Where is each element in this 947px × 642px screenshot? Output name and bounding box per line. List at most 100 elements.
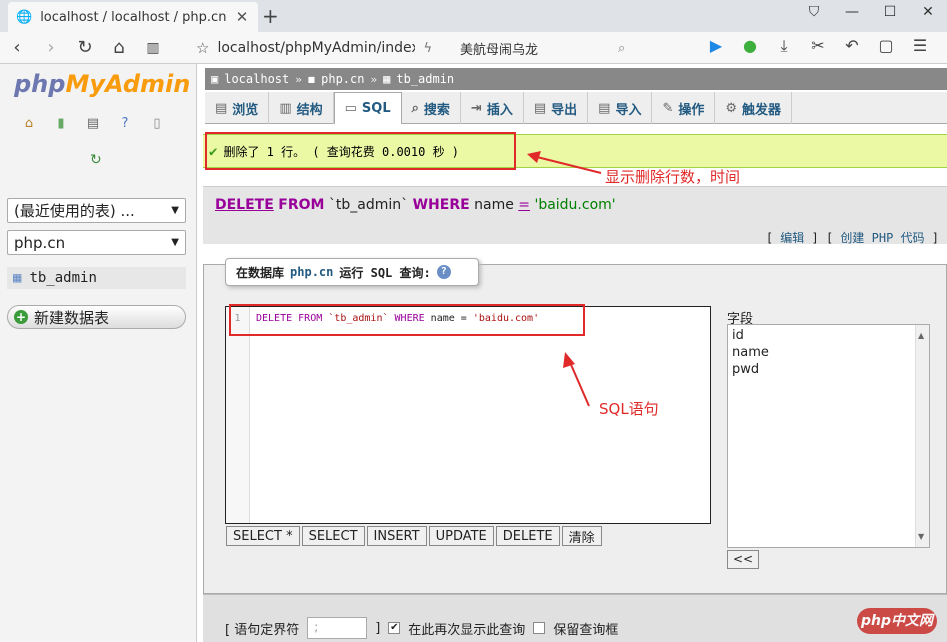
sidebar-table-item[interactable]: ▦ tb_admin: [7, 267, 186, 289]
url-text[interactable]: localhost/phpMyAdmin/index.p: [217, 40, 415, 56]
fields-scrollbar[interactable]: ▲ ▼: [915, 325, 929, 547]
watermark-logo: php中文网: [857, 608, 937, 634]
home-icon[interactable]: ⌂: [20, 116, 38, 131]
phpmyadmin-logo[interactable]: phpMyAdmin: [14, 70, 190, 98]
play-icon[interactable]: ▶: [704, 36, 728, 56]
insert-icon: ⇥: [470, 100, 482, 116]
tab-triggers[interactable]: ⚙ 触发器: [715, 92, 793, 124]
sql-icon[interactable]: ▤: [84, 116, 102, 131]
close-window-icon[interactable]: ✕: [909, 0, 947, 24]
search-suggestion[interactable]: 美航母闹乌龙: [460, 39, 610, 58]
lightning-icon[interactable]: ϟ: [423, 41, 432, 56]
help-icon[interactable]: ?: [116, 116, 134, 131]
forward-icon[interactable]: ›: [34, 37, 68, 58]
browse-icon: ▤: [215, 100, 228, 116]
main-tabs: ▤ 浏览 ▥ 结构 ▭ SQL ⌕ 搜索 ⇥ 插入 ▤ 导出 ▤ 导入 ✎ 操作 ⚙ 触发器: [205, 92, 947, 124]
show-again-label: 在此再次显示此查询: [408, 622, 526, 638]
breadcrumb-table[interactable]: tb_admin: [396, 72, 454, 86]
reload-navigation-icon[interactable]: ↻: [90, 152, 102, 168]
tab-export[interactable]: ▤ 导出: [524, 92, 589, 124]
recent-tables-select[interactable]: (最近使用的表) ... ▼: [7, 198, 186, 223]
scissors-icon[interactable]: ✂: [806, 36, 830, 56]
reader-icon[interactable]: ▥: [136, 40, 170, 56]
annotation-sql: SQL语句: [599, 400, 659, 418]
shirt-icon[interactable]: ⛉: [795, 0, 833, 24]
update-button[interactable]: UPDATE: [428, 526, 494, 546]
tab-structure[interactable]: ▥ 结构: [269, 92, 334, 124]
sql-button-row: SELECT * SELECT INSERT UPDATE DELETE 清除: [226, 526, 602, 546]
minimize-icon[interactable]: —: [833, 0, 871, 24]
reload-icon[interactable]: ↻: [68, 37, 102, 58]
field-item[interactable]: id: [732, 327, 925, 344]
docs-icon[interactable]: ▯: [148, 116, 166, 131]
browser-tab[interactable]: 🌐 localhost / localhost / php.cn / tb ✕: [8, 2, 258, 32]
main-content: ▣ localhost » ◼ php.cn » ▦ tb_admin ▤ 浏览 …: [197, 64, 947, 642]
bag-icon[interactable]: ▢: [874, 36, 898, 56]
server-icon: ▣: [211, 72, 219, 86]
clear-button[interactable]: 清除: [561, 526, 602, 546]
structure-icon: ▥: [279, 100, 292, 116]
delimiter-input[interactable]: ;: [307, 617, 368, 639]
breadcrumb: ▣ localhost » ◼ php.cn » ▦ tb_admin: [205, 68, 947, 90]
star-icon[interactable]: ☆: [196, 39, 209, 57]
tab-search[interactable]: ⌕ 搜索: [402, 92, 461, 124]
delete-button[interactable]: DELETE: [495, 526, 560, 546]
breadcrumb-database[interactable]: php.cn: [321, 72, 364, 86]
chevron-down-icon: ▼: [171, 205, 179, 216]
import-icon: ▤: [598, 100, 611, 116]
highlight-box-message: [205, 132, 516, 170]
scroll-down-icon[interactable]: ▼: [918, 528, 924, 545]
tab-browse[interactable]: ▤ 浏览: [205, 92, 270, 124]
breadcrumb-server[interactable]: localhost: [224, 72, 289, 86]
database-select[interactable]: php.cn ▼: [7, 230, 186, 255]
insert-button[interactable]: INSERT: [366, 526, 427, 546]
maximize-icon[interactable]: ☐: [871, 0, 909, 24]
keep-box-label: 保留查询框: [553, 622, 619, 638]
select-button[interactable]: SELECT: [301, 526, 365, 546]
field-item[interactable]: pwd: [732, 361, 925, 378]
trigger-icon: ⚙: [725, 100, 738, 116]
edit-link[interactable]: 编辑: [780, 231, 804, 245]
delimiter-close: ]: [375, 620, 381, 636]
back-icon[interactable]: ‹: [0, 37, 34, 58]
field-item[interactable]: name: [732, 344, 925, 361]
show-again-checkbox[interactable]: ✔: [388, 622, 401, 634]
query-edit-links: [ 编辑 ] [ 创建 PHP 代码 ]: [765, 231, 939, 245]
scroll-up-icon[interactable]: ▲: [918, 327, 924, 344]
undo-icon[interactable]: ↶: [840, 36, 864, 56]
home-icon[interactable]: ⌂: [102, 37, 136, 58]
database-icon: ◼: [307, 72, 316, 86]
tab-insert[interactable]: ⇥ 插入: [461, 92, 524, 124]
globe-icon: 🌐: [16, 9, 33, 25]
tab-title: localhost / localhost / php.cn / tb: [40, 9, 226, 25]
address-bar[interactable]: ☆ localhost/phpMyAdmin/index.p ϟ 美航母闹乌龙 …: [196, 36, 694, 60]
insert-field-button[interactable]: <<: [727, 550, 759, 569]
logout-icon[interactable]: ▮: [52, 116, 70, 131]
new-tab-icon[interactable]: +: [262, 4, 279, 28]
plus-icon: +: [14, 310, 28, 324]
download-icon[interactable]: ⤓: [772, 36, 796, 56]
menu-icon[interactable]: ☰: [908, 36, 932, 56]
browser-toolbar: ▶ ● ⤓ ✂ ↶ ▢ ☰: [704, 36, 932, 56]
arrow-annotation-message: [527, 151, 602, 174]
annotation-delete-info: 显示删除行数，时间: [605, 168, 741, 186]
new-table-button[interactable]: + 新建数据表: [7, 305, 186, 329]
highlight-box-sql: [229, 304, 585, 336]
fields-list[interactable]: id name pwd ▲ ▼: [727, 324, 930, 548]
search-icon: ⌕: [411, 100, 419, 116]
window-controls: ⛉ — ☐ ✕: [795, 0, 947, 24]
chevron-down-icon: ▼: [171, 237, 179, 248]
arrow-annotation-sql: [563, 352, 590, 407]
create-php-link[interactable]: 创建 PHP 代码: [840, 231, 924, 245]
keep-box-checkbox[interactable]: [533, 622, 546, 634]
tab-sql[interactable]: ▭ SQL: [333, 92, 402, 124]
close-tab-icon[interactable]: ✕: [234, 8, 250, 26]
chat-icon[interactable]: ●: [738, 36, 762, 56]
tab-import[interactable]: ▤ 导入: [588, 92, 653, 124]
select-all-button[interactable]: SELECT *: [226, 526, 300, 546]
help-icon[interactable]: ?: [436, 265, 451, 279]
tab-operations[interactable]: ✎ 操作: [652, 92, 716, 124]
export-icon: ▤: [533, 100, 547, 116]
sidebar-icons: ⌂ ▮ ▤ ? ▯: [20, 116, 166, 131]
search-icon[interactable]: ⌕: [618, 41, 625, 56]
